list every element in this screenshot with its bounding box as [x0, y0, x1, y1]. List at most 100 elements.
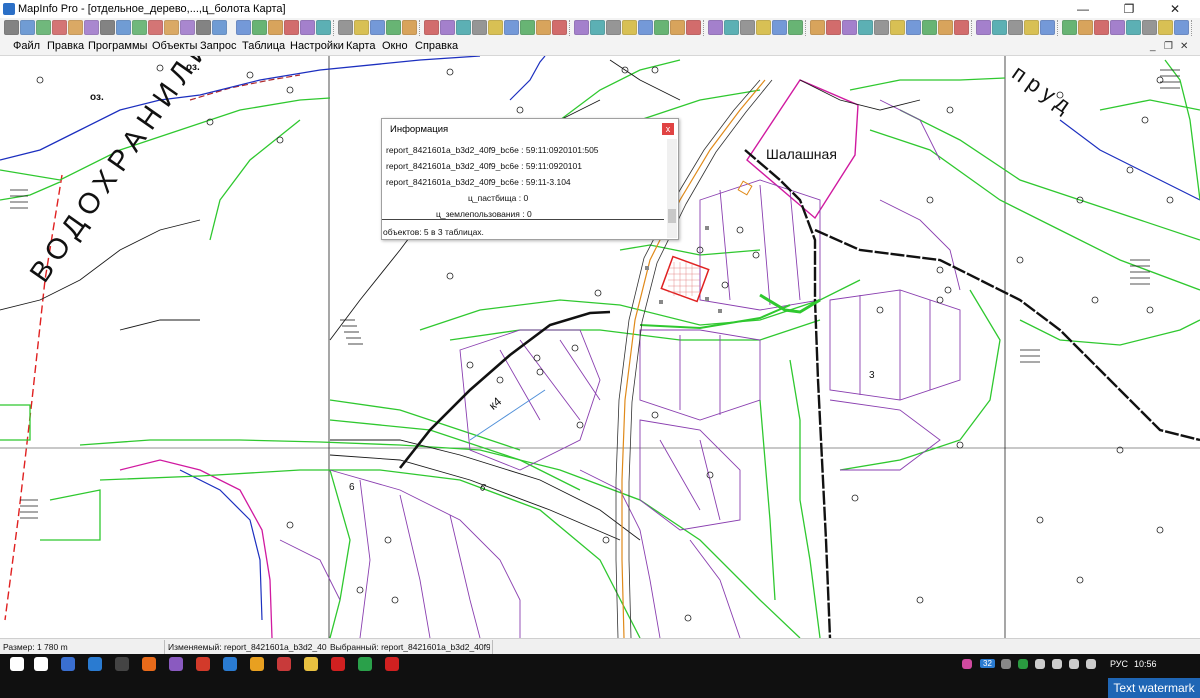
info-window[interactable]: Информация x report_8421601a_b3d2_40f9_b… [381, 118, 679, 240]
toolbar-button[interactable] [772, 20, 787, 35]
browser-icon[interactable] [223, 657, 237, 671]
status-selected[interactable]: Выбранный: report_8421601a_b3d2_40f9 [330, 639, 490, 655]
toolbar-button[interactable] [590, 20, 605, 35]
toolbar-button[interactable] [252, 20, 267, 35]
toolbar-button[interactable] [670, 20, 685, 35]
toolbar-button[interactable] [488, 20, 503, 35]
toolbar-button[interactable] [472, 20, 487, 35]
toolbar-button[interactable] [708, 20, 723, 35]
toolbar-button[interactable] [858, 20, 873, 35]
pdf-icon[interactable] [304, 657, 318, 671]
tool-button[interactable] [180, 20, 195, 35]
toolbar-button[interactable] [1078, 20, 1093, 35]
toolbar-button[interactable] [638, 20, 653, 35]
tray-icon[interactable] [962, 659, 972, 669]
tool-button[interactable] [52, 20, 67, 35]
tool-button[interactable] [20, 20, 35, 35]
toolbar-button[interactable] [456, 20, 471, 35]
toolbar-button[interactable] [504, 20, 519, 35]
mapinfo-icon[interactable] [385, 657, 399, 671]
tool-button[interactable] [212, 20, 227, 35]
menu-table[interactable]: Таблица [242, 38, 285, 55]
toolbar-button[interactable] [386, 20, 401, 35]
opera-icon[interactable] [250, 657, 264, 671]
menu-settings[interactable]: Настройки [290, 38, 344, 55]
yandex-icon[interactable] [358, 657, 372, 671]
app-icon[interactable] [115, 657, 129, 671]
toolbar-button[interactable] [992, 20, 1007, 35]
toolbar-button[interactable] [520, 20, 535, 35]
tool-button[interactable] [4, 20, 19, 35]
toolbar-button[interactable] [1142, 20, 1157, 35]
toolbar-button[interactable] [1040, 20, 1055, 35]
firefox-icon[interactable] [142, 657, 156, 671]
toolbar-button[interactable] [1094, 20, 1109, 35]
toolbar-button[interactable] [654, 20, 669, 35]
tray-icon[interactable] [1001, 659, 1011, 669]
toolbar-button[interactable] [236, 20, 251, 35]
gamepad-icon[interactable] [61, 657, 75, 671]
tool-button[interactable] [68, 20, 83, 35]
toolbar-button[interactable] [402, 20, 417, 35]
toolbar-button[interactable] [606, 20, 621, 35]
menu-window[interactable]: Окно [382, 38, 408, 55]
media-icon[interactable] [331, 657, 345, 671]
tool-button[interactable] [84, 20, 99, 35]
toolbar-button[interactable] [842, 20, 857, 35]
close-icon[interactable]: x [662, 123, 674, 135]
language-indicator[interactable]: РУС [1110, 659, 1128, 669]
info-window-header[interactable]: Информация x [382, 119, 678, 139]
chrome-icon[interactable] [169, 657, 183, 671]
toolbar-button[interactable] [954, 20, 969, 35]
toolbar-button[interactable] [1174, 20, 1189, 35]
tool-button[interactable] [196, 20, 211, 35]
toolbar-button[interactable] [1062, 20, 1077, 35]
info-scrollbar-thumb[interactable] [668, 209, 676, 223]
restore-button[interactable]: ❐ [1106, 0, 1152, 18]
toolbar-button[interactable] [1126, 20, 1141, 35]
tray-icon[interactable] [1018, 659, 1028, 669]
close-button[interactable]: ✕ [1152, 0, 1198, 18]
toolbar-button[interactable] [740, 20, 755, 35]
tray-icon[interactable] [1069, 659, 1079, 669]
store-icon[interactable] [88, 657, 102, 671]
toolbar-button[interactable] [300, 20, 315, 35]
toolbar-button[interactable] [1008, 20, 1023, 35]
toolbar-button[interactable] [1024, 20, 1039, 35]
tray-icon[interactable] [1052, 659, 1062, 669]
toolbar-button[interactable] [938, 20, 953, 35]
tool-button[interactable] [132, 20, 147, 35]
toolbar-button[interactable] [1158, 20, 1173, 35]
menu-programs[interactable]: Программы [88, 38, 147, 55]
toolbar-button[interactable] [440, 20, 455, 35]
toolbar-button[interactable] [370, 20, 385, 35]
toolbar-button[interactable] [724, 20, 739, 35]
folder-icon[interactable] [277, 657, 291, 671]
toolbar-button[interactable] [976, 20, 991, 35]
toolbar-button[interactable] [552, 20, 567, 35]
clock[interactable]: 10:56 [1134, 659, 1157, 669]
toolbar-button[interactable] [424, 20, 439, 35]
toolbar-button[interactable] [574, 20, 589, 35]
menu-objects[interactable]: Объекты [152, 38, 197, 55]
child-minimize-button[interactable]: _ [1150, 38, 1156, 55]
toolbar-button[interactable] [826, 20, 841, 35]
info-scrollbar[interactable] [667, 139, 677, 238]
child-restore-button[interactable]: ❐ [1164, 38, 1173, 55]
toolbar-button[interactable] [756, 20, 771, 35]
menu-help[interactable]: Справка [415, 38, 458, 55]
tool-button[interactable] [148, 20, 163, 35]
toolbar-button[interactable] [536, 20, 551, 35]
menu-query[interactable]: Запрос [200, 38, 236, 55]
windows-icon[interactable] [10, 657, 24, 671]
tray-icon[interactable] [1035, 659, 1045, 669]
menu-edit[interactable]: Правка [47, 38, 84, 55]
toolbar-button[interactable] [788, 20, 803, 35]
toolbar-button[interactable] [268, 20, 283, 35]
toolbar-button[interactable] [686, 20, 701, 35]
toolbar-button[interactable] [1110, 20, 1125, 35]
toolbar-button[interactable] [622, 20, 637, 35]
edge-icon[interactable] [196, 657, 210, 671]
tray-badge[interactable]: 32 [980, 659, 995, 668]
tool-button[interactable] [100, 20, 115, 35]
